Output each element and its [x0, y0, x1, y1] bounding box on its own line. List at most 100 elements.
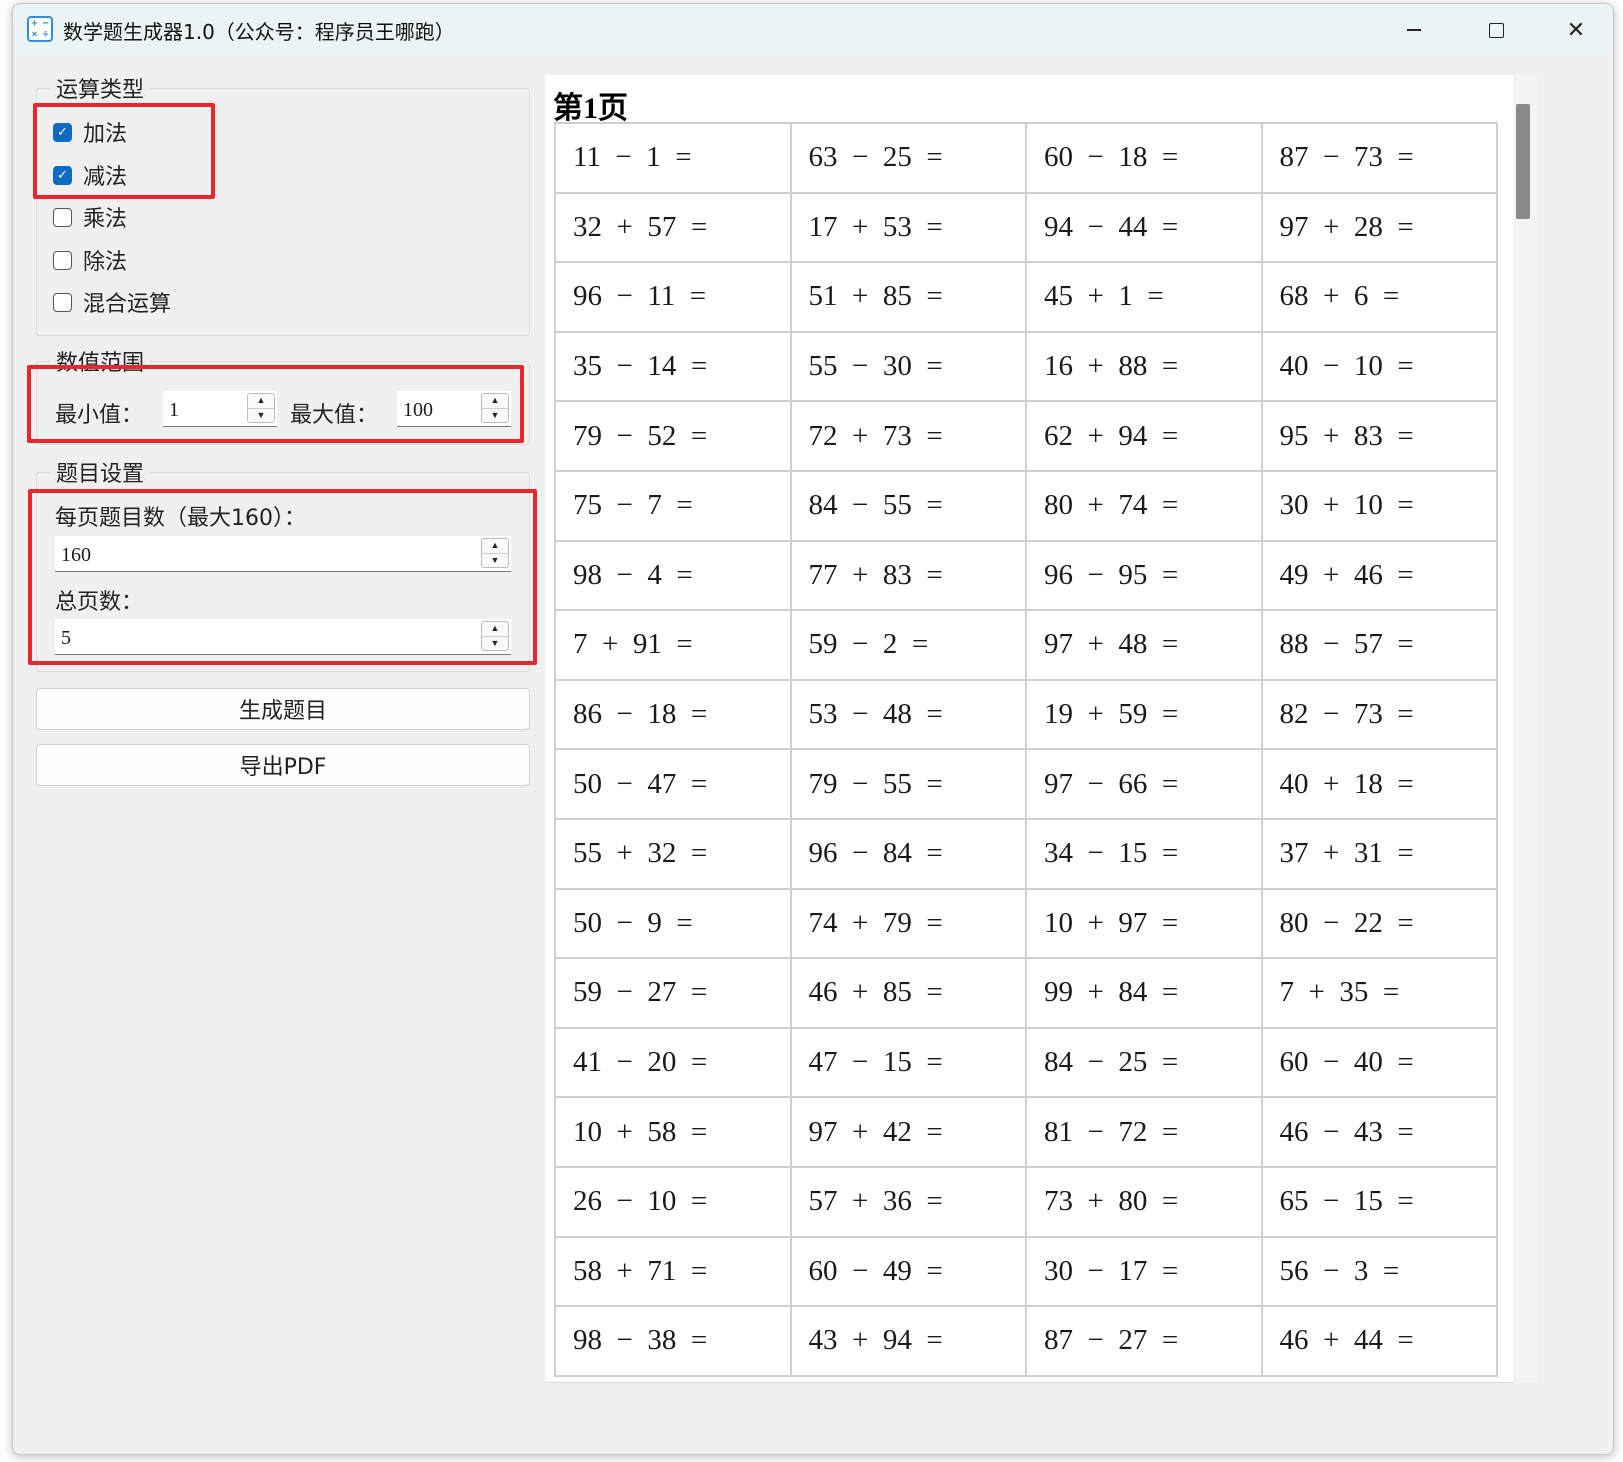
close-button[interactable]: ✕	[1553, 12, 1599, 48]
question-cell: 86 − 18 =	[556, 680, 792, 751]
question-cell: 59 − 27 =	[556, 959, 792, 1029]
question-cell: 59 − 2 =	[791, 611, 1027, 681]
question-cell: 96 − 11 =	[556, 263, 792, 333]
scrollbar-thumb[interactable]	[1516, 104, 1530, 219]
question-cell: 45 + 1 =	[1027, 263, 1263, 333]
question-cell: 75 − 7 =	[556, 471, 792, 542]
question-cell: 55 + 32 =	[556, 819, 792, 890]
question-cell: 34 − 15 =	[1027, 819, 1263, 890]
per-page-spinbox[interactable]: 160 ▲ ▼	[55, 536, 511, 572]
checkbox-label: 乘法	[83, 207, 128, 232]
question-cell: 46 − 43 =	[1262, 1098, 1498, 1168]
checkbox-addition[interactable]: ✓ 加法	[53, 117, 127, 147]
question-cell: 46 + 44 =	[1262, 1307, 1498, 1377]
close-icon: ✕	[1566, 17, 1586, 43]
question-cell: 40 − 10 =	[1262, 332, 1498, 403]
generate-button[interactable]: 生成题目	[36, 688, 530, 730]
spin-arrows[interactable]: ▲ ▼	[481, 621, 509, 651]
question-cell: 79 − 55 =	[791, 750, 1027, 820]
spin-down-icon[interactable]: ▼	[482, 554, 508, 568]
checkbox-label: 除法	[83, 250, 128, 275]
question-cell: 32 + 57 =	[556, 193, 792, 264]
checkbox-subtraction[interactable]: ✓ 减法	[53, 160, 127, 190]
question-cell: 56 − 3 =	[1262, 1237, 1498, 1308]
app-window: + − × ÷ 数学题生成器1.0（公众号：程序员王哪跑） ✕ 运算类型 ✓ 加…	[12, 3, 1614, 1455]
question-cell: 49 + 46 =	[1262, 541, 1498, 612]
question-cell: 55 − 30 =	[791, 332, 1027, 403]
value-range-title: 数值范围	[50, 345, 151, 377]
spin-up-icon[interactable]: ▲	[482, 539, 508, 554]
question-cell: 60 − 18 =	[1027, 124, 1263, 194]
maximize-button[interactable]	[1473, 12, 1519, 48]
question-cell: 77 + 83 =	[791, 541, 1027, 612]
checkbox-mixed[interactable]: 混合运算	[53, 287, 171, 317]
total-pages-spinbox[interactable]: 5 ▲ ▼	[55, 619, 511, 655]
max-value-label: 最大值：	[290, 403, 379, 428]
question-cell: 47 − 15 =	[791, 1028, 1027, 1099]
spin-down-icon[interactable]: ▼	[248, 409, 274, 423]
max-value-spinbox[interactable]: 100 ▲ ▼	[397, 391, 511, 427]
question-cell: 79 − 52 =	[556, 402, 792, 472]
question-cell: 41 − 20 =	[556, 1028, 792, 1099]
spin-arrows[interactable]: ▲ ▼	[247, 393, 275, 423]
total-pages-label: 总页数：	[55, 590, 144, 615]
checkbox-label: 混合运算	[83, 292, 172, 317]
vertical-scrollbar[interactable]	[1513, 75, 1537, 1383]
spin-arrows[interactable]: ▲ ▼	[481, 538, 509, 568]
question-cell: 97 + 48 =	[1027, 611, 1263, 681]
question-cell: 87 − 27 =	[1027, 1307, 1263, 1377]
spin-arrows[interactable]: ▲ ▼	[481, 393, 509, 423]
spin-up-icon[interactable]: ▲	[482, 622, 508, 637]
question-cell: 11 − 1 =	[556, 124, 792, 194]
question-cell: 50 − 9 =	[556, 889, 792, 960]
question-cell: 46 + 85 =	[791, 959, 1027, 1029]
checkbox-icon	[53, 250, 72, 270]
question-cell: 62 + 94 =	[1027, 402, 1263, 472]
question-cell: 65 − 15 =	[1262, 1167, 1498, 1238]
question-cell: 74 + 79 =	[791, 889, 1027, 960]
minimize-button[interactable]	[1391, 12, 1437, 48]
question-cell: 58 + 71 =	[556, 1237, 792, 1308]
question-cell: 63 − 25 =	[791, 124, 1027, 194]
preview-page[interactable]: 第1页 11 − 1 = 63 − 25 = 60 − 18 = 87 − 73 = 3…	[545, 75, 1537, 1383]
spin-down-icon[interactable]: ▼	[482, 637, 508, 651]
question-cell: 96 − 95 =	[1027, 541, 1263, 612]
window-title: 数学题生成器1.0（公众号：程序员王哪跑）	[63, 20, 455, 44]
question-cell: 73 + 80 =	[1027, 1167, 1263, 1238]
checkbox-label: 加法	[83, 122, 128, 147]
question-cell: 43 + 94 =	[791, 1307, 1027, 1377]
times-glyph: ×	[31, 28, 38, 40]
question-cell: 7 + 91 =	[556, 611, 792, 681]
export-pdf-button[interactable]: 导出PDF	[36, 744, 530, 786]
checkbox-icon: ✓	[53, 165, 72, 185]
question-cell: 98 − 4 =	[556, 541, 792, 612]
question-cell: 72 + 73 =	[791, 402, 1027, 472]
divide-glyph: ÷	[42, 28, 49, 40]
spin-up-icon[interactable]: ▲	[248, 394, 274, 409]
checkbox-division[interactable]: 除法	[53, 245, 127, 275]
question-cell: 60 − 49 =	[791, 1237, 1027, 1308]
page-title: 第1页	[553, 92, 628, 125]
question-cell: 82 − 73 =	[1262, 680, 1498, 751]
question-cell: 97 − 66 =	[1027, 750, 1263, 820]
question-cell: 60 − 40 =	[1262, 1028, 1498, 1099]
min-value-spinbox[interactable]: 1 ▲ ▼	[163, 391, 277, 427]
checkbox-multiplication[interactable]: 乘法	[53, 202, 127, 232]
question-cell: 97 + 28 =	[1262, 193, 1498, 264]
question-cell: 53 − 48 =	[791, 680, 1027, 751]
question-cell: 95 + 83 =	[1262, 402, 1498, 472]
question-cell: 7 + 35 =	[1262, 959, 1498, 1029]
question-cell: 10 + 97 =	[1027, 889, 1263, 960]
question-cell: 98 − 38 =	[556, 1307, 792, 1377]
title-bar: + − × ÷ 数学题生成器1.0（公众号：程序员王哪跑） ✕	[13, 4, 1613, 56]
checkbox-icon	[53, 292, 72, 312]
question-grid: 11 − 1 = 63 − 25 = 60 − 18 = 87 − 73 = 32 + …	[554, 122, 1498, 1377]
question-cell: 97 + 42 =	[791, 1098, 1027, 1168]
minimize-icon	[1407, 29, 1421, 31]
question-cell: 50 − 47 =	[556, 750, 792, 820]
question-settings-title: 题目设置	[50, 456, 151, 488]
max-value-text: 100	[403, 399, 433, 421]
question-cell: 96 − 84 =	[791, 819, 1027, 890]
spin-down-icon[interactable]: ▼	[482, 409, 508, 423]
spin-up-icon[interactable]: ▲	[482, 394, 508, 409]
